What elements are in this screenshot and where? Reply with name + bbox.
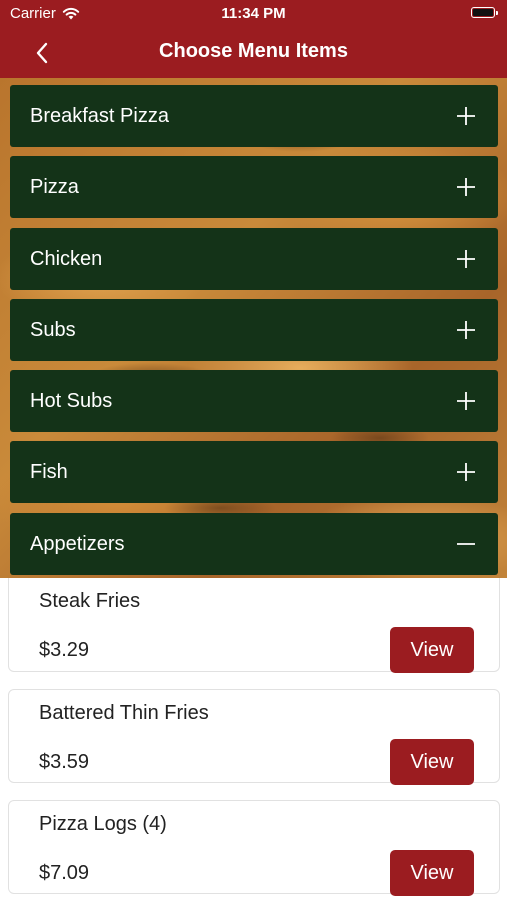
view-button[interactable]: View: [390, 627, 474, 673]
status-bar: Carrier 11:34 PM: [0, 0, 507, 28]
category-list: Breakfast Pizza Pizza Chicken Subs Hot S…: [10, 85, 498, 584]
category-chicken[interactable]: Chicken: [10, 227, 498, 290]
plus-icon[interactable]: [454, 318, 478, 342]
category-appetizers[interactable]: Appetizers: [10, 512, 498, 575]
category-label: Breakfast Pizza: [30, 105, 169, 127]
plus-icon[interactable]: [454, 389, 478, 413]
category-label: Appetizers: [30, 532, 125, 555]
plus-icon[interactable]: [454, 104, 478, 128]
category-hot-subs[interactable]: Hot Subs: [10, 370, 498, 433]
category-label: Fish: [30, 461, 68, 484]
category-label: Subs: [30, 318, 76, 341]
item-name: Battered Thin Fries: [39, 702, 209, 724]
menu-item-card: Steak Fries $3.29 View: [8, 578, 500, 673]
category-label: Chicken: [30, 247, 103, 270]
item-name: Steak Fries: [39, 590, 141, 612]
battery-icon: [471, 7, 498, 18]
item-price: $7.09: [39, 862, 90, 884]
menu-item-card: Pizza Logs (4) $7.09 View: [8, 800, 500, 896]
navigation-bar: Choose Menu Items: [0, 28, 507, 78]
appetizer-item-list: Steak Fries $3.29 View Battered Thin Fri…: [0, 578, 507, 900]
page-title: Choose Menu Items: [159, 40, 348, 62]
category-label: Hot Subs: [30, 390, 113, 413]
plus-icon[interactable]: [454, 247, 478, 271]
item-name: Pizza Logs (4): [39, 813, 167, 835]
view-button[interactable]: View: [390, 850, 474, 896]
menu-item-card: Battered Thin Fries $3.59 View: [8, 689, 500, 785]
plus-icon[interactable]: [454, 175, 478, 199]
category-breakfast-pizza[interactable]: Breakfast Pizza: [10, 85, 498, 147]
category-pizza[interactable]: Pizza: [10, 156, 498, 219]
category-label: Pizza: [30, 176, 79, 199]
status-time: 11:34 PM: [221, 5, 286, 22]
category-subs[interactable]: Subs: [10, 298, 498, 361]
item-price: $3.59: [39, 751, 90, 773]
plus-icon[interactable]: [454, 460, 478, 484]
minus-icon[interactable]: [454, 532, 478, 556]
category-fish[interactable]: Fish: [10, 441, 498, 504]
view-button[interactable]: View: [390, 739, 474, 785]
item-price: $3.29: [39, 639, 90, 661]
